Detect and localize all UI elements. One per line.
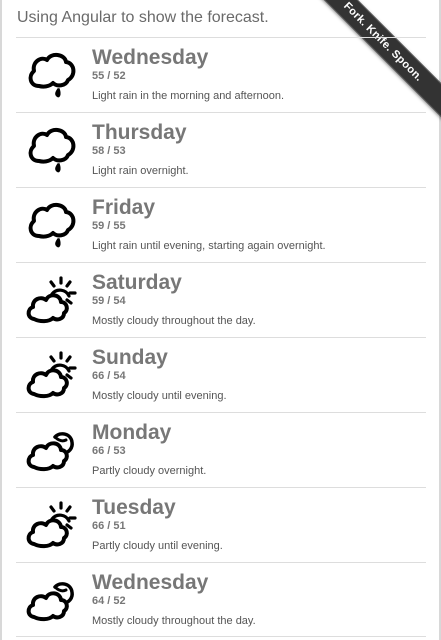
- forecast-row: Wednesday 64 / 52 Mostly cloudy throughout…: [16, 562, 426, 637]
- forecast-row: Monday 66 / 53 Partly cloudy overnight.: [16, 412, 426, 487]
- forecast-summary: Mostly cloudy throughout the day.: [92, 315, 256, 327]
- forecast-temps: 66 / 54: [92, 370, 126, 382]
- forecast-day: Thursday: [92, 121, 187, 144]
- forecast-temps: 55 / 52: [92, 70, 126, 82]
- forecast-summary: Light rain until evening, starting again…: [92, 240, 326, 252]
- rain-icon: [25, 123, 77, 175]
- forecast-row: Thursday 58 / 53 Light rain overnight.: [16, 112, 426, 187]
- forecast-day: Wednesday: [92, 46, 209, 69]
- forecast-temps: 64 / 52: [92, 595, 126, 607]
- forecast-summary: Partly cloudy until evening.: [92, 540, 223, 552]
- left-border: [0, 0, 2, 640]
- forecast-day: Monday: [92, 421, 172, 444]
- forecast-summary: Mostly cloudy throughout the day.: [92, 615, 256, 627]
- forecast-list: Wednesday 55 / 52 Light rain in the mornin…: [16, 37, 426, 637]
- partly-cloudy-night-icon: [25, 423, 77, 475]
- rain-icon: [25, 48, 77, 100]
- forecast-day: Friday: [92, 196, 156, 219]
- forecast-temps: 66 / 51: [92, 520, 126, 532]
- forecast-day: Tuesday: [92, 496, 176, 519]
- forecast-day: Sunday: [92, 346, 168, 369]
- forecast-row: Tuesday 66 / 51 Partly cloudy until evenin…: [16, 487, 426, 562]
- forecast-summary: Light rain in the morning and afternoon.: [92, 90, 285, 102]
- forecast-temps: 59 / 54: [92, 295, 126, 307]
- partly-cloudy-day-icon: [25, 498, 77, 550]
- partly-cloudy-day-icon: [25, 273, 77, 325]
- forecast-day: Saturday: [92, 271, 182, 294]
- forecast-temps: 58 / 53: [92, 145, 126, 157]
- forecast-temps: 59 / 55: [92, 220, 126, 232]
- page-title: Using Angular to show the forecast.: [17, 9, 269, 26]
- forecast-summary: Mostly cloudy until evening.: [92, 390, 227, 402]
- forecast-row: Wednesday 55 / 52 Light rain in the mornin…: [16, 37, 426, 112]
- forecast-row: Saturday 59 / 54 Mostly cloudy throughout …: [16, 262, 426, 337]
- forecast-row: Sunday 66 / 54 Mostly cloudy until evening…: [16, 337, 426, 412]
- partly-cloudy-night-icon: [25, 573, 77, 625]
- rain-icon: [25, 198, 77, 250]
- forecast-summary: Partly cloudy overnight.: [92, 465, 207, 477]
- partly-cloudy-day-icon: [25, 348, 77, 400]
- forecast-temps: 66 / 53: [92, 445, 126, 457]
- forecast-row: Friday 59 / 55 Light rain until evening, s…: [16, 187, 426, 262]
- forecast-page: Using Angular to show the forecast. Fork…: [0, 0, 441, 640]
- forecast-summary: Light rain overnight.: [92, 165, 189, 177]
- forecast-day: Wednesday: [92, 571, 209, 594]
